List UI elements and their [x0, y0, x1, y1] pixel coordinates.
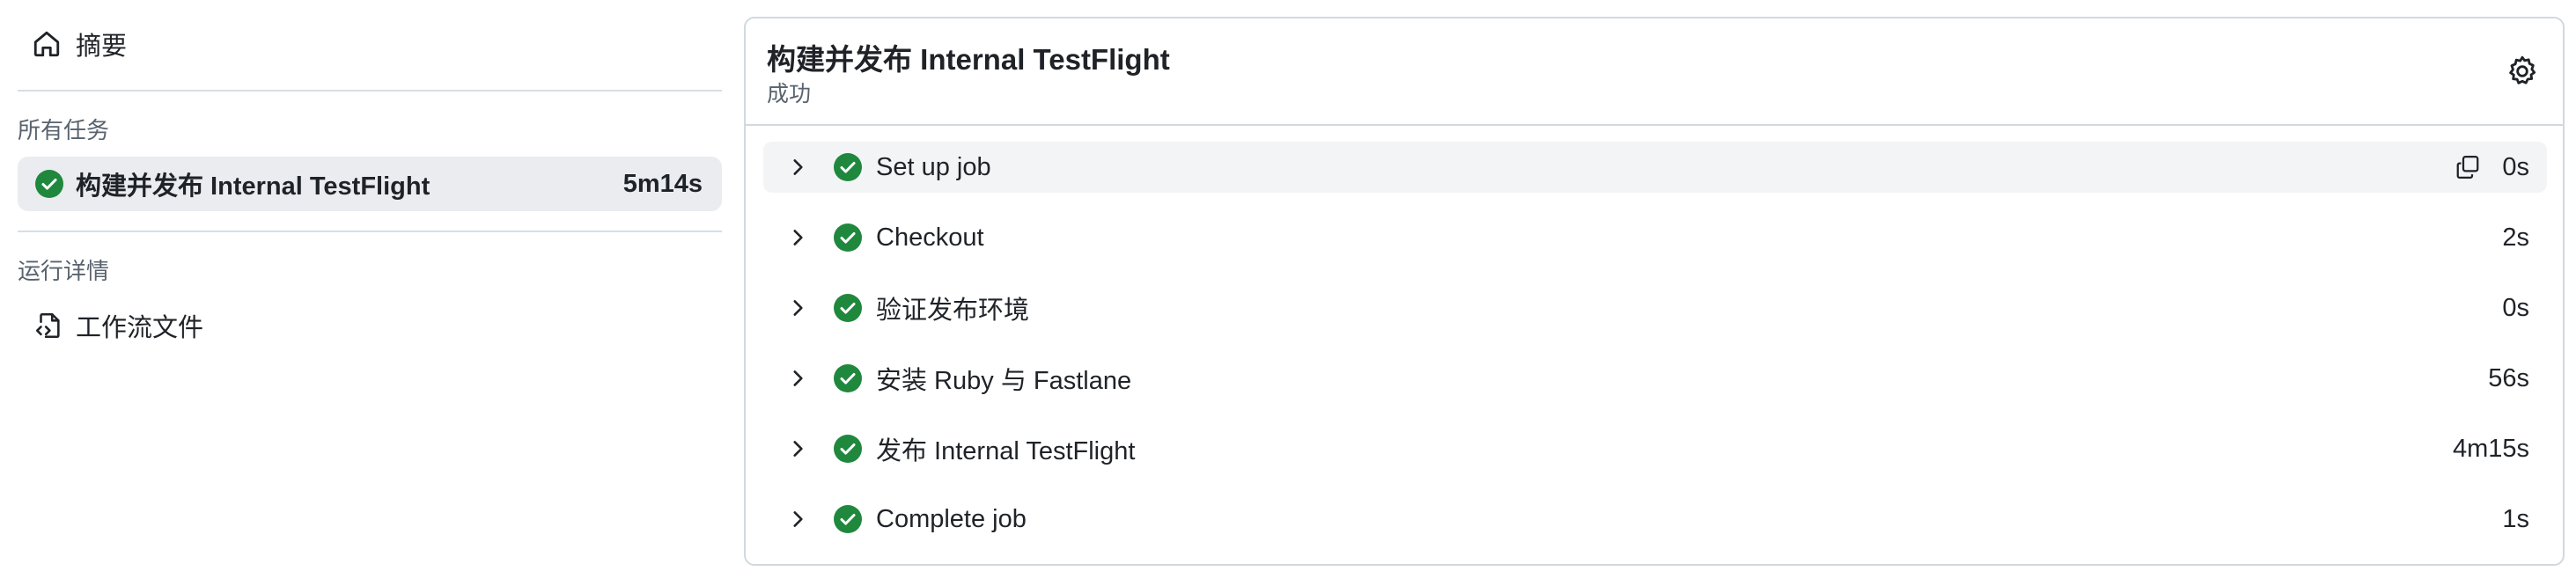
summary-label: 摘要	[76, 33, 128, 61]
step-row[interactable]: Checkout 2s	[763, 212, 2547, 263]
step-duration: 4m15s	[2452, 434, 2529, 463]
steps-list: Set up job 0s Checkout 2s 验证发布环境 0s 安装 R…	[763, 142, 2547, 564]
summary-link[interactable]: 摘要	[32, 25, 127, 63]
chevron-right-icon[interactable]	[786, 226, 809, 249]
step-name: Complete job	[876, 504, 1027, 533]
all-jobs-heading: 所有任务	[18, 117, 110, 143]
divider	[18, 231, 722, 232]
chevron-right-icon[interactable]	[786, 508, 809, 531]
step-row[interactable]: 安装 Ruby 与 Fastlane 56s	[763, 353, 2547, 404]
copy-icon[interactable]	[2455, 154, 2481, 180]
run-details-heading: 运行详情	[18, 258, 110, 284]
step-name: 验证发布环境	[876, 297, 1030, 325]
chevron-right-icon[interactable]	[786, 367, 809, 390]
workflow-file-label: 工作流文件	[76, 314, 204, 342]
sidebar-job-item[interactable]: 构建并发布 Internal TestFlight 5m14s	[18, 157, 722, 211]
check-circle-icon	[834, 223, 862, 252]
step-name: Set up job	[876, 152, 991, 181]
chevron-right-icon[interactable]	[786, 297, 809, 319]
step-duration: 1s	[2502, 504, 2529, 533]
sidebar: 摘要 所有任务 构建并发布 Internal TestFlight 5m14s …	[0, 0, 738, 586]
job-name: 构建并发布 Internal TestFlight	[76, 172, 431, 201]
chevron-right-icon[interactable]	[786, 156, 809, 179]
job-duration: 5m14s	[622, 169, 703, 198]
check-circle-icon	[834, 435, 862, 463]
step-row[interactable]: 验证发布环境 0s	[763, 282, 2547, 333]
check-circle-icon	[834, 364, 862, 392]
step-row[interactable]: Set up job 0s	[763, 142, 2547, 193]
check-circle-icon	[35, 170, 63, 198]
home-icon	[32, 29, 62, 59]
file-code-icon	[33, 311, 63, 341]
workflow-file-link[interactable]: 工作流文件	[33, 306, 203, 345]
job-panel: 构建并发布 Internal TestFlight 成功 Set up job	[744, 17, 2565, 566]
step-name: 安装 Ruby 与 Fastlane	[876, 367, 1132, 395]
step-duration: 56s	[2488, 363, 2529, 392]
step-name: Checkout	[876, 223, 984, 252]
job-panel-header: 构建并发布 Internal TestFlight 成功	[746, 18, 2563, 126]
job-title: 构建并发布 Internal TestFlight	[767, 43, 1170, 76]
step-duration: 0s	[2502, 293, 2529, 322]
step-name: 发布 Internal TestFlight	[876, 437, 1136, 465]
job-status: 成功	[767, 82, 812, 106]
check-circle-icon	[834, 294, 862, 322]
step-duration: 0s	[2502, 152, 2529, 181]
divider	[18, 90, 722, 92]
step-row[interactable]: Complete job 1s	[763, 494, 2547, 545]
gear-icon[interactable]	[2505, 54, 2540, 89]
chevron-right-icon[interactable]	[786, 437, 809, 460]
step-row[interactable]: 发布 Internal TestFlight 4m15s	[763, 423, 2547, 474]
check-circle-icon	[834, 505, 862, 533]
step-duration: 2s	[2502, 223, 2529, 252]
check-circle-icon	[834, 153, 862, 181]
